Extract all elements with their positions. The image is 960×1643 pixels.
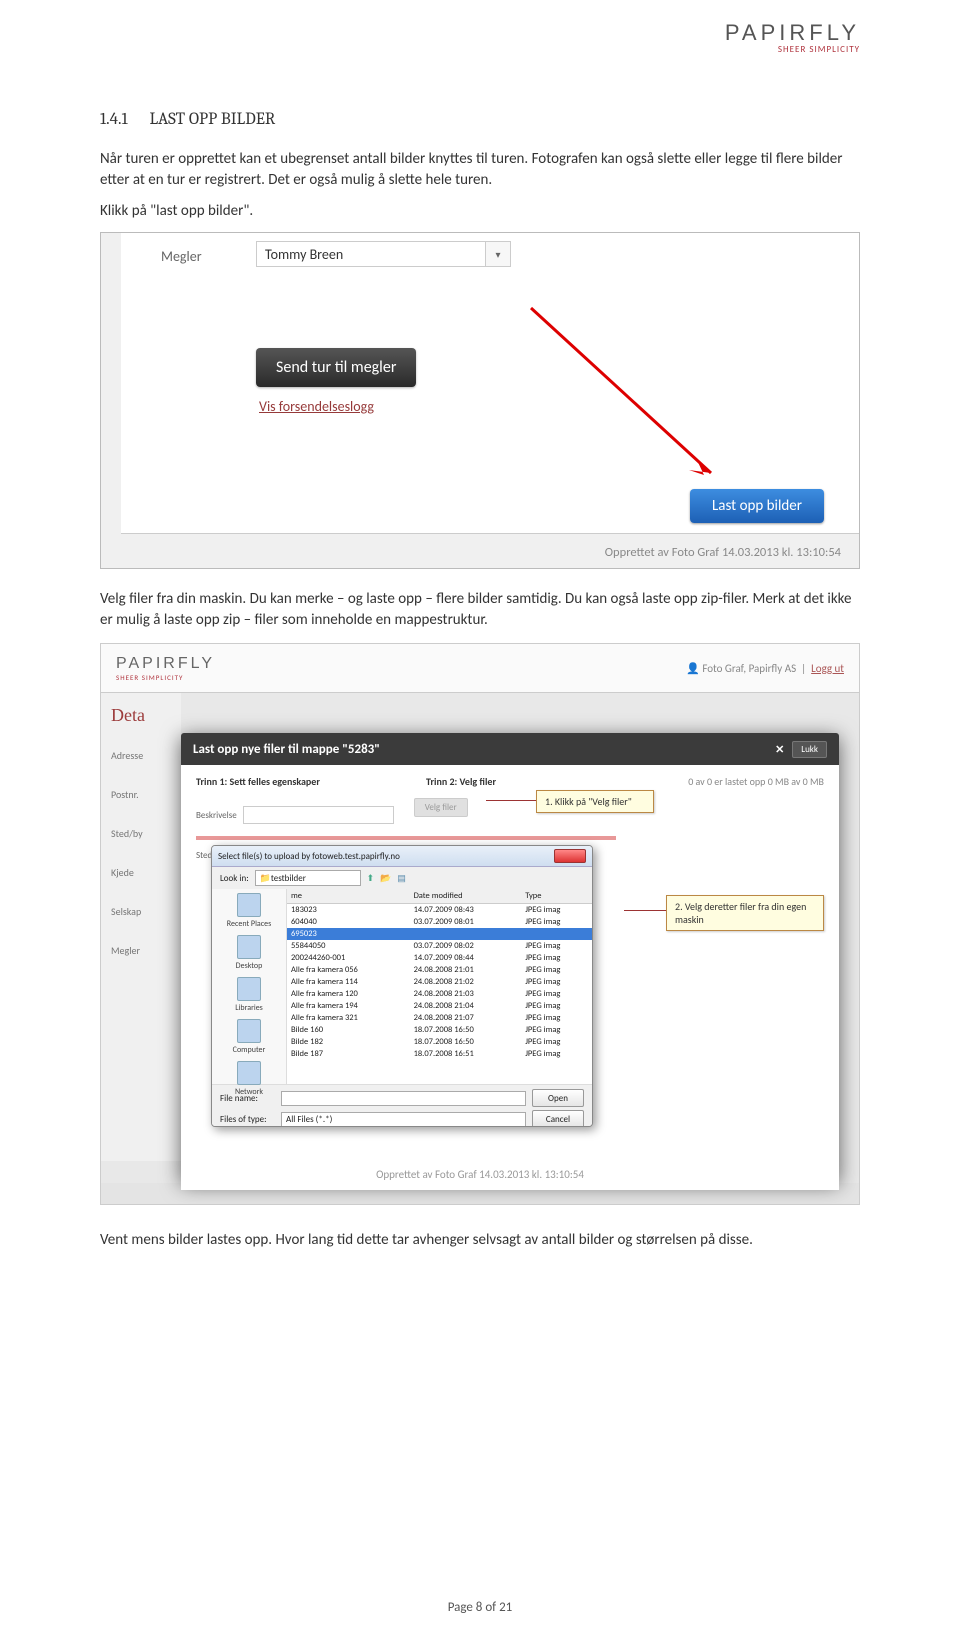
- sidebar-label: Megler: [101, 936, 181, 975]
- upload-status: 0 av 0 er lastet opp 0 MB av 0 MB: [606, 775, 824, 788]
- logout-link[interactable]: Logg ut: [811, 662, 844, 675]
- sidebar-label: Kjede: [101, 858, 181, 897]
- vis-forsendelseslogg-link[interactable]: Vis forsendelseslogg: [259, 398, 374, 415]
- trinn2-label: Trinn 2: Velg filer: [426, 775, 606, 788]
- file-row[interactable]: Alle fra kamera 32124.08.2008 21:07JPEG …: [287, 1012, 592, 1024]
- file-row[interactable]: Alle fra kamera 11424.08.2008 21:02JPEG …: [287, 976, 592, 988]
- section-heading: 1.4.1 LAST OPP BILDER: [100, 110, 860, 129]
- brand-logo: PAPIRFLY SHEER SIMPLICITY: [725, 20, 860, 55]
- file-row[interactable]: Alle fra kamera 05624.08.2008 21:01JPEG …: [287, 964, 592, 976]
- paragraph-4: Vent mens bilder lastes opp. Hvor lang t…: [100, 1230, 860, 1251]
- callout-2: 2. Velg deretter filer fra din egen mask…: [666, 895, 824, 931]
- user-name: Foto Graf, Papirfly AS: [702, 662, 796, 675]
- screenshot-2: PAPIRFLY SHEER SIMPLICITY 👤 Foto Graf, P…: [100, 643, 860, 1205]
- file-row[interactable]: 18302314.07.2009 08:43JPEG imag: [287, 904, 592, 917]
- filename-label: File name:: [220, 1093, 275, 1104]
- lukk-button[interactable]: Lukk: [792, 741, 827, 758]
- paragraph-2: Klikk på "last opp bilder".: [100, 201, 860, 222]
- close-icon[interactable]: ✕: [775, 743, 784, 756]
- file-row[interactable]: 60404003.07.2009 08:01JPEG imag: [287, 916, 592, 928]
- file-column-header[interactable]: me: [287, 889, 410, 904]
- logo-sub-small: SHEER SIMPLICITY: [116, 673, 215, 682]
- modal-title: Last opp nye filer til mappe "5283": [193, 742, 380, 757]
- callout-line-1: [486, 800, 536, 801]
- user-info: 👤 Foto Graf, Papirfly AS | Logg ut: [686, 662, 844, 675]
- places-item[interactable]: Computer: [214, 1019, 284, 1055]
- sidebar-label: Adresse: [101, 741, 181, 780]
- velg-filer-button[interactable]: Velg filer: [414, 798, 468, 817]
- callout-1: 1. Klikk på "Velg filer": [536, 790, 654, 813]
- lookin-select[interactable]: 📁 testbilder: [255, 870, 361, 886]
- file-row[interactable]: Bilde 18218.07.2008 16:50JPEG imag: [287, 1036, 592, 1048]
- file-row[interactable]: Alle fra kamera 19424.08.2008 21:04JPEG …: [287, 1000, 592, 1012]
- screenshot1-footer: Opprettet av Foto Graf 14.03.2013 kl. 13…: [605, 545, 841, 560]
- page-title-partial: Deta: [101, 703, 181, 741]
- megler-select[interactable]: Tommy Breen ▾: [256, 241, 511, 267]
- filename-input[interactable]: [281, 1091, 526, 1106]
- sidebar-label: Selskap: [101, 897, 181, 936]
- file-row[interactable]: 200244260-00114.07.2009 08:44JPEG imag: [287, 952, 592, 964]
- places-item[interactable]: Libraries: [214, 977, 284, 1013]
- file-row[interactable]: 695023: [287, 928, 592, 940]
- send-tur-button[interactable]: Send tur til megler: [256, 348, 416, 387]
- file-dialog-title: Select file(s) to upload by fotoweb.test…: [218, 851, 400, 862]
- new-folder-icon[interactable]: 📂: [380, 873, 391, 884]
- megler-label: Megler: [161, 248, 202, 265]
- file-column-header[interactable]: Type: [521, 889, 592, 904]
- open-button[interactable]: Open: [532, 1089, 584, 1107]
- file-dialog: Select file(s) to upload by fotoweb.test…: [211, 845, 593, 1127]
- folder-up-icon[interactable]: ⬆: [367, 873, 375, 884]
- places-sidebar: Recent PlacesDesktopLibrariesComputerNet…: [212, 889, 287, 1084]
- view-menu-icon[interactable]: ▤: [397, 873, 406, 884]
- sidebar-label: Postnr.: [101, 780, 181, 819]
- last-opp-bilder-button[interactable]: Last opp bilder: [690, 489, 824, 523]
- app-topbar: PAPIRFLY SHEER SIMPLICITY 👤 Foto Graf, P…: [101, 644, 859, 693]
- file-row[interactable]: Bilde 16018.07.2008 16:50JPEG imag: [287, 1024, 592, 1036]
- cancel-button[interactable]: Cancel: [532, 1110, 584, 1127]
- beskrivelse-label: Beskrivelse: [196, 810, 237, 821]
- places-item[interactable]: Recent Places: [214, 893, 284, 929]
- progress-bar: [196, 836, 616, 840]
- file-row[interactable]: Alle fra kamera 12024.08.2008 21:03JPEG …: [287, 988, 592, 1000]
- window-close-icon[interactable]: [554, 849, 586, 863]
- upload-modal: Last opp nye filer til mappe "5283" ✕ Lu…: [181, 733, 839, 1181]
- paragraph-3: Velg filer fra din maskin. Du kan merke …: [100, 589, 860, 631]
- screenshot2-footer: Opprettet av Foto Graf 14.03.2013 kl. 13…: [101, 1168, 859, 1181]
- sidebar: Deta AdressePostnr.Sted/byKjedeSelskapMe…: [101, 693, 181, 1161]
- paragraph-1: Når turen er opprettet kan et ubegrenset…: [100, 149, 860, 191]
- megler-value: Tommy Breen: [265, 246, 343, 263]
- file-column-header[interactable]: Date modified: [410, 889, 522, 904]
- trinn1-label: Trinn 1: Sett felles egenskaper: [196, 775, 426, 788]
- logo-main-small: PAPIRFLY: [116, 655, 215, 673]
- annotation-arrow-icon: [511, 303, 731, 493]
- file-row[interactable]: Bilde 18718.07.2008 16:51JPEG imag: [287, 1048, 592, 1060]
- sidebar-label: Sted/by: [101, 819, 181, 858]
- app-brand: PAPIRFLY SHEER SIMPLICITY: [116, 655, 215, 682]
- places-item[interactable]: Desktop: [214, 935, 284, 971]
- lookin-label: Look in:: [220, 873, 249, 884]
- file-list[interactable]: meDate modifiedType 18302314.07.2009 08:…: [287, 889, 592, 1084]
- logo-main: PAPIRFLY: [725, 20, 860, 46]
- filetype-label: Files of type:: [220, 1114, 275, 1125]
- section-title: LAST OPP BILDER: [149, 110, 275, 129]
- chevron-down-icon[interactable]: ▾: [485, 241, 511, 267]
- section-number: 1.4.1: [100, 110, 128, 129]
- beskrivelse-input[interactable]: [243, 806, 394, 824]
- filetype-select[interactable]: All Files (*.*): [281, 1112, 526, 1127]
- file-row[interactable]: 5584405003.07.2009 08:02JPEG imag: [287, 940, 592, 952]
- screenshot-1: Megler Tommy Breen ▾ Send tur til megler…: [100, 232, 860, 569]
- page-footer: Page 8 of 21: [0, 1600, 960, 1615]
